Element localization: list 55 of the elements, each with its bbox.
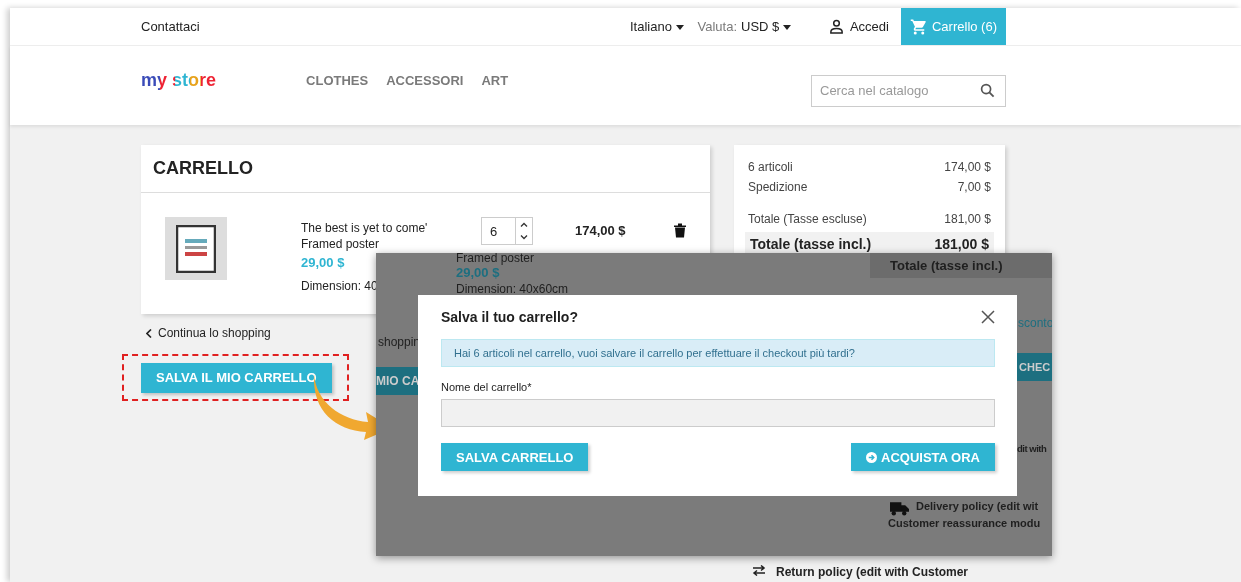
cart-icon [910, 17, 928, 36]
product-name[interactable]: The best is yet to come' Framed poster [301, 220, 461, 252]
close-icon[interactable] [981, 310, 995, 324]
save-cart-button[interactable]: SALVA IL MIO CARRELLO [141, 362, 332, 393]
contact-link[interactable]: Contattaci [141, 19, 200, 34]
checkout-button[interactable]: CHEC [1017, 353, 1052, 381]
summary-label: Totale (tasse incl.) [750, 236, 872, 252]
reassurance-text: dit with [1017, 443, 1047, 454]
summary-label: Spedizione [748, 180, 808, 194]
chevron-left-icon [146, 328, 152, 338]
save-cart-button[interactable]: MIO CA [376, 367, 418, 395]
nav-link[interactable]: ACCESSORI [386, 73, 464, 88]
quantity-field[interactable]: 6 [481, 217, 533, 245]
trash-icon[interactable] [673, 223, 686, 238]
total-label: Totale (tasse incl.) [870, 253, 1052, 278]
dialog-title: Salva il tuo carrello? [441, 309, 578, 325]
swap-arrows-icon [752, 565, 766, 576]
line-total: 174,00 $ [575, 223, 626, 238]
return-policy-text: Return policy (edit with Customer [776, 565, 968, 579]
product-attribute: Dimension: 40x60cm [456, 282, 569, 296]
product-price: 29,00 $ [456, 265, 500, 280]
save-cart-button[interactable]: SALVA CARRELLO [441, 443, 589, 471]
language-dropdown[interactable]: Italiano [630, 19, 684, 34]
info-message: Hai 6 articoli nel carrello, vuoi salvare il carrello per effettuare il checkout più tardi? [441, 339, 995, 367]
delivery-policy-text: Delivery policy (edit wit [916, 500, 1039, 512]
caret-icon [782, 25, 791, 31]
summary-label: Totale (Tasse escluse) [748, 212, 867, 226]
currency-dropdown[interactable]: USD $ [741, 19, 791, 34]
poster-thumbnail [165, 217, 227, 280]
cart-name-field[interactable] [441, 399, 995, 427]
summary-label: 6 articoli [748, 160, 793, 174]
product-price: 29,00 $ [301, 255, 346, 270]
user-icon [828, 19, 844, 34]
buy-now-button[interactable]: ACQUISTA ORA [851, 443, 995, 471]
login-link[interactable]: Accedi [849, 19, 889, 34]
caret-icon [675, 25, 684, 31]
chevron-down-icon[interactable] [520, 235, 528, 240]
summary-value: 181,00 $ [944, 212, 991, 226]
continue-shopping-link[interactable]: Continua lo shopping [158, 326, 271, 340]
truck-icon [890, 502, 909, 516]
search-field[interactable]: Cerca nel catalogo [811, 74, 1006, 107]
cart-title: CARRELLO [141, 145, 710, 193]
delivery-policy-text: Customer reassurance modu [888, 517, 1041, 529]
summary-value: 7,00 $ [957, 180, 991, 194]
nav-link[interactable]: CLOTHES [306, 73, 369, 88]
arrow-circle-icon [866, 451, 878, 463]
cart-button[interactable]: Carrello (6) [901, 8, 1006, 45]
product-name: Framed poster [456, 253, 535, 265]
summary-value: 181,00 $ [934, 236, 989, 252]
summary-value: 174,00 $ [944, 160, 991, 174]
currency-label: Valuta: [697, 19, 738, 34]
field-label: Nome del carrello* [441, 381, 533, 393]
nav-link[interactable]: ART [481, 73, 509, 88]
store-logo[interactable]: my store [141, 70, 217, 91]
chevron-up-icon[interactable] [520, 222, 528, 227]
